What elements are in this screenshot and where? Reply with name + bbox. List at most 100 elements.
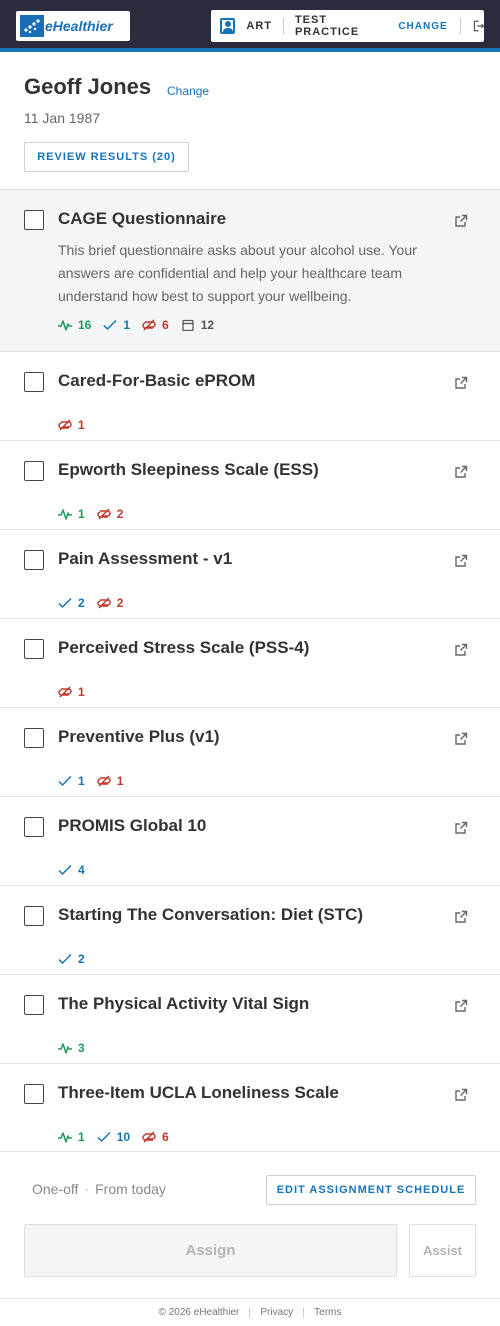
stat-value: 1 bbox=[78, 774, 85, 788]
select-checkbox[interactable] bbox=[24, 372, 44, 392]
response-stats: 11 bbox=[58, 774, 123, 788]
stat-check: 2 bbox=[58, 596, 85, 610]
change-practice-link[interactable]: CHANGE bbox=[398, 21, 447, 32]
response-stats: 1 10 6 bbox=[58, 1130, 169, 1144]
privacy-link[interactable]: Privacy bbox=[260, 1307, 293, 1318]
stat-value: 1 bbox=[78, 1130, 85, 1144]
skip-icon bbox=[142, 1131, 156, 1143]
review-results-button[interactable]: REVIEW RESULTS (20) bbox=[24, 142, 189, 172]
open-external-icon[interactable] bbox=[454, 732, 468, 746]
skip-icon bbox=[96, 597, 111, 609]
select-checkbox[interactable] bbox=[24, 1084, 44, 1104]
questionnaire-title: Three-Item UCLA Loneliness Scale bbox=[58, 1083, 339, 1102]
divider bbox=[459, 18, 461, 34]
logout-icon[interactable] bbox=[473, 20, 484, 32]
questionnaire-title: Pain Assessment - v1 bbox=[58, 549, 233, 568]
response-stats: 1 bbox=[58, 685, 85, 699]
divider bbox=[303, 1307, 305, 1318]
stat-skip: 6 bbox=[142, 318, 169, 332]
schedule-frequency: One-off bbox=[32, 1181, 79, 1197]
questionnaire-list: CAGE Questionnaire This brief questionnai… bbox=[0, 189, 500, 1152]
skip-icon bbox=[96, 775, 111, 787]
questionnaire-item[interactable]: PROMIS Global 10 4 bbox=[0, 796, 500, 885]
questionnaire-item[interactable]: Three-Item UCLA Loneliness Scale 1 10 6 bbox=[0, 1063, 500, 1152]
open-external-icon[interactable] bbox=[454, 999, 468, 1013]
separator-dot: · bbox=[84, 1181, 90, 1197]
stat-check: 1 bbox=[58, 774, 85, 788]
open-external-icon[interactable] bbox=[454, 465, 468, 479]
stat-check: 4 bbox=[58, 863, 85, 877]
select-checkbox[interactable] bbox=[24, 906, 44, 926]
context-switcher: ART TEST PRACTICE CHANGE bbox=[211, 10, 484, 42]
select-checkbox[interactable] bbox=[24, 817, 44, 837]
practice-label: TEST PRACTICE bbox=[294, 14, 360, 38]
response-stats: 16 1 6 12 bbox=[58, 318, 214, 332]
stat-skip: 6 bbox=[142, 1130, 169, 1144]
brand-name: eHealthier bbox=[45, 18, 113, 34]
stat-value: 3 bbox=[78, 1041, 85, 1055]
open-external-icon[interactable] bbox=[454, 376, 468, 390]
response-stats: 1 bbox=[58, 418, 85, 432]
questionnaire-item[interactable]: The Physical Activity Vital Sign 3 bbox=[0, 974, 500, 1063]
open-external-icon[interactable] bbox=[454, 554, 468, 568]
select-checkbox[interactable] bbox=[24, 639, 44, 659]
response-stats: 22 bbox=[58, 596, 123, 610]
open-external-icon[interactable] bbox=[454, 214, 468, 228]
stat-activity: 1 bbox=[58, 1130, 85, 1144]
open-external-icon[interactable] bbox=[454, 643, 468, 657]
stat-value: 4 bbox=[78, 863, 85, 877]
open-external-icon[interactable] bbox=[454, 1088, 468, 1102]
activity-icon bbox=[58, 1132, 72, 1143]
questionnaire-item[interactable]: Preventive Plus (v1) 1 1 bbox=[0, 707, 500, 796]
check-icon bbox=[58, 597, 72, 609]
select-checkbox[interactable] bbox=[24, 461, 44, 481]
patient-name: Geoff Jones bbox=[24, 74, 152, 99]
response-stats: 3 bbox=[58, 1041, 85, 1055]
edit-assignment-schedule-button[interactable]: EDIT ASSIGNMENT SCHEDULE bbox=[266, 1175, 476, 1205]
stat-activity: 3 bbox=[58, 1041, 85, 1055]
stat-value: 2 bbox=[116, 507, 124, 521]
stat-value: 12 bbox=[200, 318, 215, 332]
select-checkbox[interactable] bbox=[24, 728, 44, 748]
select-checkbox[interactable] bbox=[24, 550, 44, 570]
stat-value: 6 bbox=[162, 318, 169, 332]
assist-button[interactable]: Assist bbox=[409, 1224, 476, 1277]
stat-value: 6 bbox=[162, 1130, 169, 1144]
stat-value: 2 bbox=[116, 596, 124, 610]
user-label[interactable]: ART bbox=[246, 20, 272, 32]
stat-value: 2 bbox=[78, 952, 85, 966]
questionnaire-item[interactable]: Pain Assessment - v1 2 2 bbox=[0, 529, 500, 618]
schedule-summary: One-off · From today bbox=[32, 1181, 166, 1197]
response-stats: 4 bbox=[58, 863, 85, 877]
brand-logo[interactable]: eHealthier bbox=[16, 11, 130, 41]
user-icon bbox=[220, 18, 236, 34]
select-checkbox[interactable] bbox=[24, 995, 44, 1015]
questionnaire-title: PROMIS Global 10 bbox=[58, 816, 207, 835]
stat-skip: 1 bbox=[58, 418, 85, 432]
questionnaire-item[interactable]: Epworth Sleepiness Scale (ESS) 1 2 bbox=[0, 440, 500, 529]
questionnaire-description: This brief questionnaire asks about your… bbox=[58, 242, 417, 304]
questionnaire-item[interactable]: Cared-For-Basic ePROM 1 bbox=[0, 351, 500, 440]
response-stats: 12 bbox=[58, 507, 123, 521]
questionnaire-item[interactable]: Perceived Stress Scale (PSS-4) 1 bbox=[0, 618, 500, 707]
open-external-icon[interactable] bbox=[454, 910, 468, 924]
questionnaire-title: The Physical Activity Vital Sign bbox=[58, 994, 310, 1013]
activity-icon bbox=[58, 320, 72, 331]
questionnaire-item[interactable]: CAGE Questionnaire This brief questionnai… bbox=[0, 189, 500, 351]
terms-link[interactable]: Terms bbox=[314, 1307, 341, 1318]
stat-activity: 1 bbox=[58, 507, 85, 521]
skip-icon bbox=[142, 319, 156, 331]
questionnaire-title: Starting The Conversation: Diet (STC) bbox=[58, 905, 364, 924]
open-external-icon[interactable] bbox=[454, 821, 468, 835]
select-checkbox[interactable] bbox=[24, 210, 44, 230]
top-navigation-bar: eHealthier ART TEST PRACTICE CHANGE bbox=[0, 0, 500, 52]
activity-icon bbox=[58, 509, 72, 520]
assign-button[interactable]: Assign bbox=[24, 1224, 397, 1277]
skip-icon bbox=[58, 419, 72, 431]
stat-value: 1 bbox=[123, 318, 131, 332]
change-patient-link[interactable]: Change bbox=[167, 84, 209, 98]
stat-activity: 16 bbox=[58, 318, 91, 332]
questionnaire-item[interactable]: Starting The Conversation: Diet (STC) 2 bbox=[0, 885, 500, 974]
skip-icon bbox=[58, 686, 72, 698]
stat-skip: 1 bbox=[96, 774, 123, 788]
